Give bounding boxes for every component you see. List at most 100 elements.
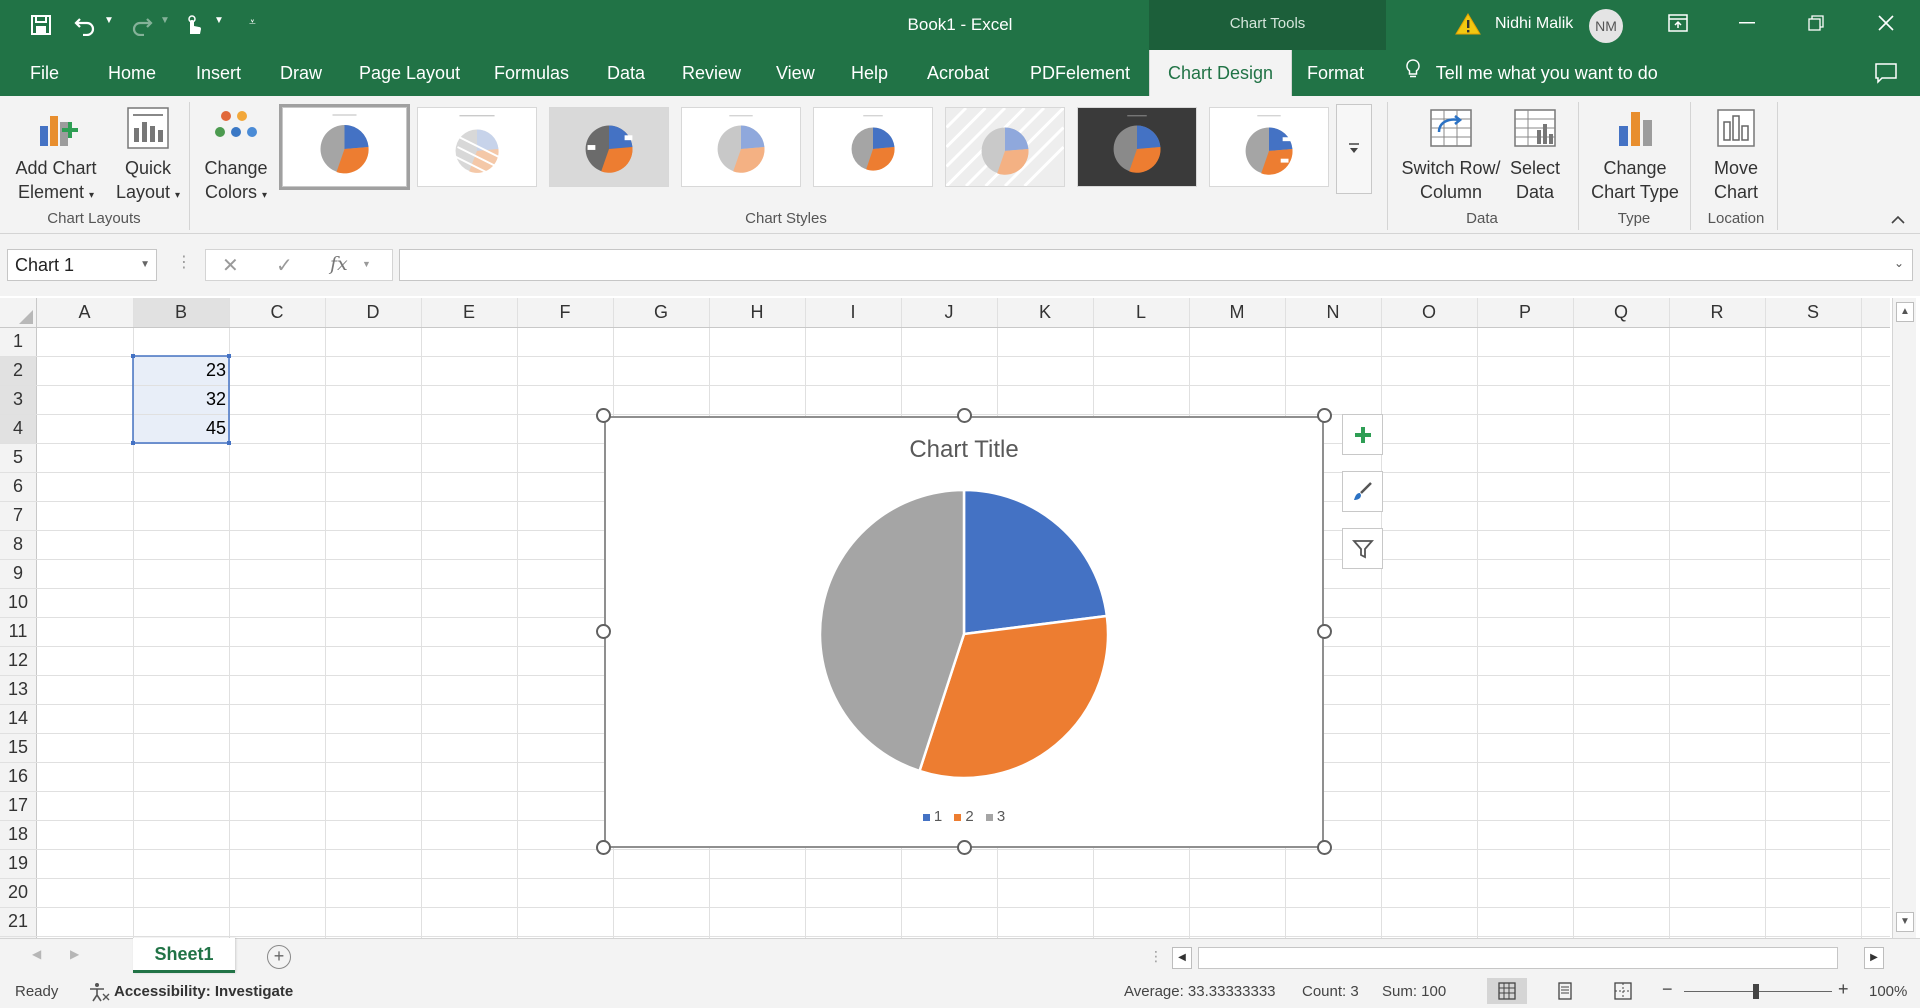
- row-header-10[interactable]: 10: [0, 592, 36, 613]
- tab-page-layout[interactable]: Page Layout: [359, 50, 460, 96]
- status-count[interactable]: Count: 3: [1302, 983, 1359, 1000]
- accessibility-icon[interactable]: [88, 982, 110, 1006]
- ribbon-display-options-icon[interactable]: [1648, 0, 1708, 46]
- row-header-11[interactable]: 11: [0, 621, 36, 642]
- scroll-left-icon[interactable]: ◀: [1172, 947, 1192, 969]
- switch-row-column-button[interactable]: Switch Row/ Column: [1393, 104, 1509, 204]
- column-header-d[interactable]: D: [325, 298, 421, 327]
- undo-dropdown-icon[interactable]: ▼: [104, 15, 114, 26]
- chart-style-6[interactable]: [945, 107, 1065, 187]
- redo-dropdown-icon[interactable]: ▼: [160, 15, 170, 26]
- minimize-icon[interactable]: [1717, 0, 1777, 46]
- tab-acrobat[interactable]: Acrobat: [927, 50, 989, 96]
- column-header-a[interactable]: A: [36, 298, 133, 327]
- tab-review[interactable]: Review: [682, 50, 741, 96]
- chart-style-2[interactable]: [417, 107, 537, 187]
- chart-style-4[interactable]: [681, 107, 801, 187]
- chart-style-3[interactable]: [549, 107, 669, 187]
- cell-b4[interactable]: 45: [136, 418, 226, 439]
- row-header-14[interactable]: 14: [0, 708, 36, 729]
- status-average[interactable]: Average: 33.33333333: [1124, 983, 1276, 1000]
- row-header-1[interactable]: 1: [0, 331, 36, 352]
- tab-file[interactable]: File: [30, 50, 59, 96]
- tab-data[interactable]: Data: [607, 50, 645, 96]
- tab-draw[interactable]: Draw: [280, 50, 322, 96]
- change-chart-type-button[interactable]: Change Chart Type: [1584, 104, 1686, 204]
- status-sum[interactable]: Sum: 100: [1382, 983, 1446, 1000]
- scroll-down-icon[interactable]: ▼: [1896, 912, 1914, 932]
- tab-format[interactable]: Format: [1307, 50, 1364, 96]
- row-header-15[interactable]: 15: [0, 737, 36, 758]
- column-header-e[interactable]: E: [421, 298, 517, 327]
- row-header-12[interactable]: 12: [0, 650, 36, 671]
- formula-bar-splitter-icon[interactable]: ⋮: [176, 252, 192, 272]
- zoom-level[interactable]: 100%: [1869, 983, 1907, 1000]
- chart-resize-handle-top-left[interactable]: [596, 408, 611, 423]
- column-header-j[interactable]: J: [901, 298, 997, 327]
- change-colors-button[interactable]: Change Colors ▾: [196, 104, 276, 208]
- scroll-right-icon[interactable]: ▶: [1864, 947, 1884, 969]
- save-icon[interactable]: [26, 10, 56, 40]
- page-break-view-icon[interactable]: [1603, 978, 1643, 1004]
- column-header-q[interactable]: Q: [1573, 298, 1669, 327]
- quick-layout-button[interactable]: Quick Layout ▾: [110, 104, 186, 208]
- column-header-r[interactable]: R: [1669, 298, 1765, 327]
- chart-style-5[interactable]: [813, 107, 933, 187]
- row-header-21[interactable]: 21: [0, 911, 36, 932]
- column-header-p[interactable]: P: [1477, 298, 1573, 327]
- chart-resize-handle-bottom-left[interactable]: [596, 840, 611, 855]
- chart-style-1[interactable]: [279, 104, 410, 190]
- move-chart-button[interactable]: Move Chart: [1697, 104, 1775, 204]
- horizontal-scrollbar[interactable]: ◀ ▶: [1172, 945, 1884, 971]
- column-header-b[interactable]: B: [133, 298, 229, 327]
- chart-style-8[interactable]: [1209, 107, 1329, 187]
- chart-elements-button[interactable]: [1342, 414, 1383, 455]
- row-header-7[interactable]: 7: [0, 505, 36, 526]
- column-header-c[interactable]: C: [229, 298, 325, 327]
- zoom-in-icon[interactable]: +: [1838, 979, 1849, 1000]
- collapse-ribbon-icon[interactable]: [1891, 212, 1905, 230]
- column-header-k[interactable]: K: [997, 298, 1093, 327]
- restore-icon[interactable]: [1786, 0, 1846, 46]
- cancel-icon[interactable]: ✕: [222, 253, 239, 278]
- horizontal-scroll-thumb[interactable]: [1198, 947, 1838, 969]
- chart-styles-button[interactable]: [1342, 471, 1383, 512]
- vertical-scrollbar[interactable]: ▲ ▼: [1892, 298, 1916, 938]
- warning-icon[interactable]: [1455, 12, 1481, 41]
- name-box-dropdown-icon[interactable]: ▼: [140, 250, 150, 280]
- touch-dropdown-icon[interactable]: ▼: [214, 15, 224, 26]
- previous-sheet-icon[interactable]: ◀: [32, 947, 41, 961]
- row-header-13[interactable]: 13: [0, 679, 36, 700]
- sheet-tab-sheet1[interactable]: Sheet1: [133, 938, 235, 973]
- chart-legend[interactable]: 1 2 3: [606, 808, 1322, 825]
- avatar[interactable]: NM: [1589, 9, 1623, 43]
- next-sheet-icon[interactable]: ▶: [70, 947, 79, 961]
- enter-icon[interactable]: ✓: [276, 253, 293, 278]
- row-header-3[interactable]: 3: [0, 389, 36, 410]
- column-header-l[interactable]: L: [1093, 298, 1189, 327]
- zoom-out-icon[interactable]: −: [1662, 979, 1673, 1000]
- row-header-9[interactable]: 9: [0, 563, 36, 584]
- tab-pdfelement[interactable]: PDFelement: [1030, 50, 1130, 96]
- formula-input[interactable]: ⌄: [399, 249, 1913, 281]
- close-icon[interactable]: [1856, 0, 1916, 46]
- zoom-slider-thumb[interactable]: [1753, 984, 1759, 999]
- cell-b2[interactable]: 23: [136, 360, 226, 381]
- tab-home[interactable]: Home: [108, 50, 156, 96]
- pie-plot-area[interactable]: [606, 418, 1322, 846]
- column-header-f[interactable]: F: [517, 298, 613, 327]
- row-header-17[interactable]: 17: [0, 795, 36, 816]
- cell-b3[interactable]: 32: [136, 389, 226, 410]
- normal-view-icon[interactable]: [1487, 978, 1527, 1004]
- add-chart-element-button[interactable]: Add Chart Element ▾: [8, 104, 104, 208]
- tell-me-search[interactable]: Tell me what you want to do: [1405, 50, 1658, 96]
- row-header-20[interactable]: 20: [0, 882, 36, 903]
- column-header-g[interactable]: G: [613, 298, 709, 327]
- column-header-h[interactable]: H: [709, 298, 805, 327]
- add-sheet-icon[interactable]: +: [267, 945, 291, 969]
- chart-resize-handle-right[interactable]: [1317, 624, 1332, 639]
- tab-splitter-icon[interactable]: ⋮: [1149, 948, 1163, 965]
- user-name[interactable]: Nidhi Malik: [1495, 15, 1573, 33]
- select-data-button[interactable]: Select Data: [1504, 104, 1566, 204]
- undo-icon[interactable]: [70, 10, 100, 40]
